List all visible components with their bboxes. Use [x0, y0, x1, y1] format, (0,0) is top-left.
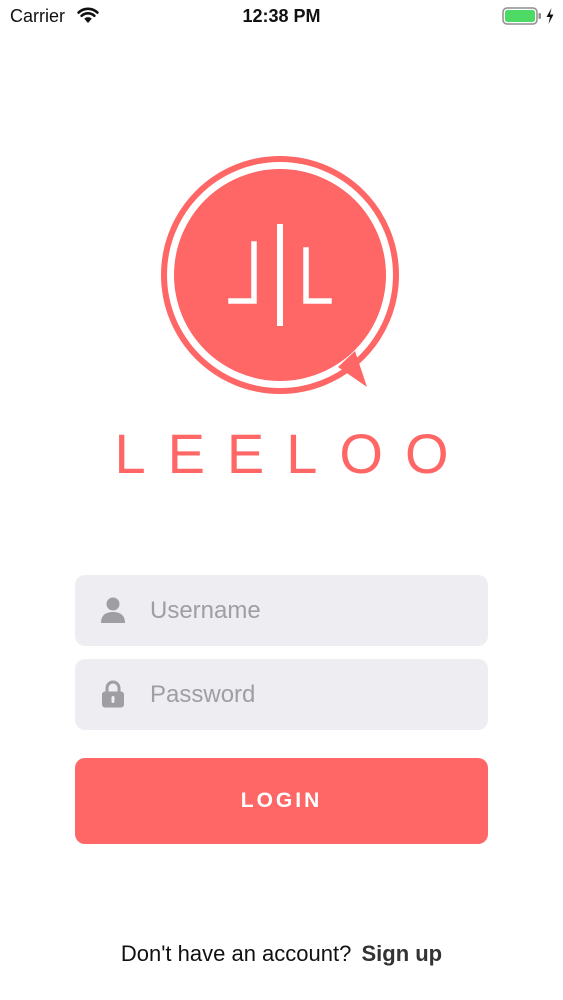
clock: 12:38 PM	[242, 6, 321, 26]
signup-prompt-text: Don't have an account?	[120, 941, 352, 966]
battery-icon	[502, 7, 541, 25]
password-field[interactable]	[75, 659, 488, 730]
user-icon	[101, 597, 125, 623]
signup-link[interactable]: Sign up	[361, 941, 442, 966]
bolt-icon	[546, 8, 554, 24]
login-button[interactable]: LOGIN	[75, 758, 488, 844]
leeloo-logo	[161, 156, 399, 394]
status-bar: Carrier 12:38 PM	[0, 0, 563, 34]
password-input[interactable]	[150, 659, 470, 730]
username-input[interactable]	[150, 575, 470, 646]
brand-name: LEELOO	[114, 422, 471, 485]
username-field[interactable]	[75, 575, 488, 646]
signup-prompt: Don't have an account? Sign up	[0, 941, 563, 967]
lock-icon	[102, 680, 124, 708]
